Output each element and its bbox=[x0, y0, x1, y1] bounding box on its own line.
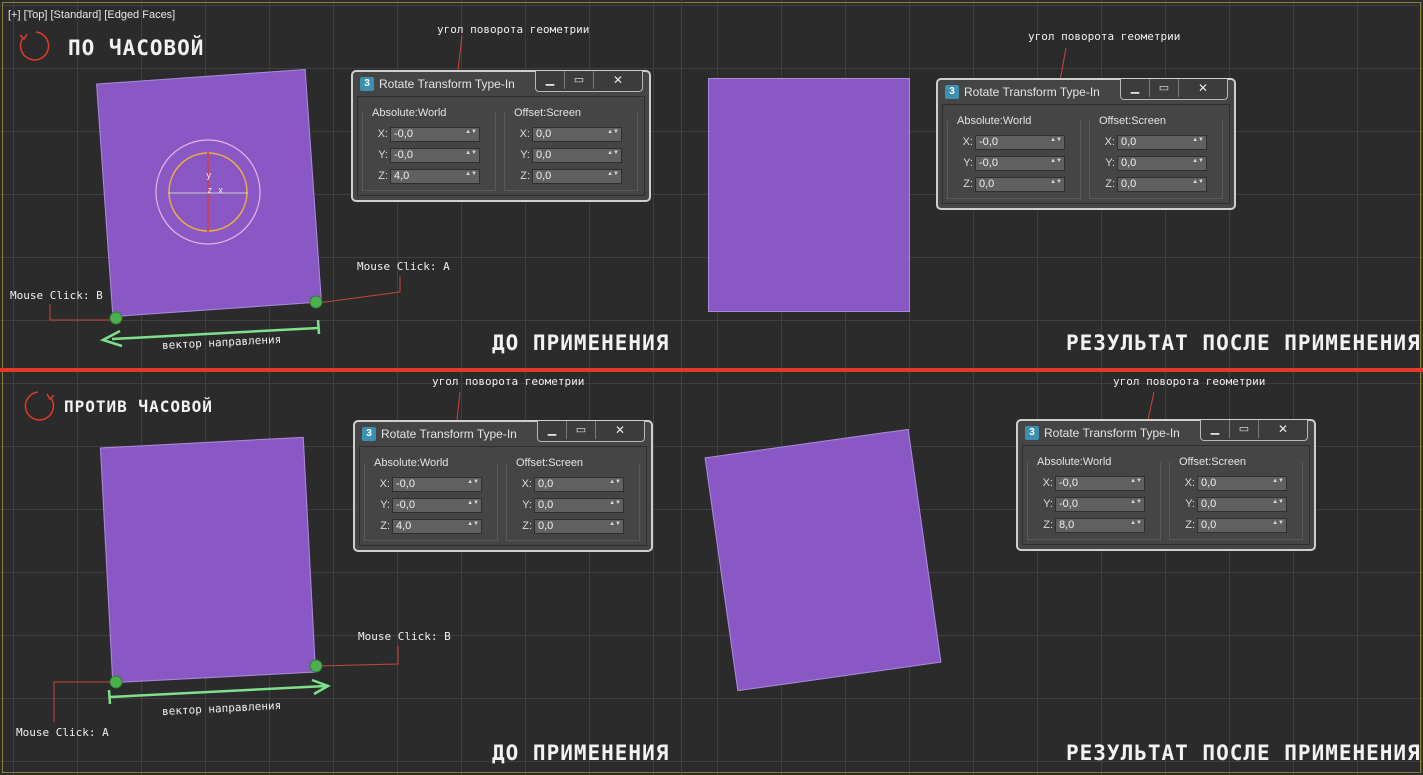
z-label: Z: bbox=[1185, 519, 1195, 531]
spinner-arrows-icon[interactable]: ▲▼ bbox=[1130, 499, 1142, 505]
abs-z-value: 8,0 bbox=[1059, 519, 1075, 531]
spinner-arrows-icon[interactable]: ▲▼ bbox=[1272, 520, 1284, 526]
off-z-spinner[interactable]: 0,0 ▲▼ bbox=[1197, 518, 1287, 533]
off-z-row: Z: 0,0 ▲▼ bbox=[1169, 518, 1305, 534]
absolute-world-group: Absolute:World X: -0,0 ▲▼ Y: -0,0 ▲▼ Z: 8,… bbox=[1027, 448, 1165, 542]
close-button[interactable]: ✕ bbox=[1259, 420, 1307, 438]
z-label: Z: bbox=[1043, 519, 1053, 531]
off-y-value: 0,0 bbox=[1201, 498, 1217, 510]
spinner-arrows-icon[interactable]: ▲▼ bbox=[1130, 478, 1142, 484]
y-label: Y: bbox=[1185, 498, 1195, 510]
maximize-button[interactable]: ▭ bbox=[1230, 420, 1259, 438]
off-y-row: Y: 0,0 ▲▼ bbox=[1169, 497, 1305, 513]
abs-x-spinner[interactable]: -0,0 ▲▼ bbox=[1055, 476, 1145, 491]
angle-note-bottom-right: угол поворота геометрии bbox=[1113, 375, 1266, 388]
abs-x-value: -0,0 bbox=[1059, 477, 1078, 489]
abs-z-spinner[interactable]: 8,0 ▲▼ bbox=[1055, 518, 1145, 533]
offset-screen-group: Offset:Screen X: 0,0 ▲▼ Y: 0,0 ▲▼ Z: 0,0 ▲▼ bbox=[1169, 448, 1307, 542]
spinner-arrows-icon[interactable]: ▲▼ bbox=[1272, 478, 1284, 484]
dialog-body: Absolute:World X: -0,0 ▲▼ Y: -0,0 ▲▼ Z: 8,… bbox=[1022, 445, 1310, 545]
dialog-title: Rotate Transform Type-In bbox=[1044, 426, 1180, 440]
y-label: Y: bbox=[1043, 498, 1053, 510]
abs-y-value: -0,0 bbox=[1059, 498, 1078, 510]
window-controls: ▁ ▭ ✕ bbox=[1200, 420, 1308, 441]
off-z-value: 0,0 bbox=[1201, 519, 1217, 531]
minimize-button[interactable]: ▁ bbox=[1201, 420, 1230, 438]
app-logo-icon: 3 bbox=[1025, 426, 1039, 440]
spinner-arrows-icon[interactable]: ▲▼ bbox=[1272, 499, 1284, 505]
x-label: X: bbox=[1184, 477, 1195, 489]
x-label: X: bbox=[1042, 477, 1053, 489]
off-y-spinner[interactable]: 0,0 ▲▼ bbox=[1197, 497, 1287, 512]
rotate-type-in-dialog-bottom-after[interactable]: 3 Rotate Transform Type-In ▁ ▭ ✕ Absolut… bbox=[1016, 419, 1316, 551]
off-x-row: X: 0,0 ▲▼ bbox=[1169, 476, 1305, 492]
after-caption-bottom: РЕЗУЛЬТАТ ПОСЛЕ ПРИМЕНЕНИЯ bbox=[1066, 741, 1421, 765]
off-x-spinner[interactable]: 0,0 ▲▼ bbox=[1197, 476, 1287, 491]
abs-z-row: Z: 8,0 ▲▼ bbox=[1027, 518, 1163, 534]
dialog-titlebar[interactable]: 3 Rotate Transform Type-In bbox=[1022, 423, 1210, 443]
off-x-value: 0,0 bbox=[1201, 477, 1217, 489]
abs-y-spinner[interactable]: -0,0 ▲▼ bbox=[1055, 497, 1145, 512]
abs-y-row: Y: -0,0 ▲▼ bbox=[1027, 497, 1163, 513]
abs-x-row: X: -0,0 ▲▼ bbox=[1027, 476, 1163, 492]
spinner-arrows-icon[interactable]: ▲▼ bbox=[1130, 520, 1142, 526]
